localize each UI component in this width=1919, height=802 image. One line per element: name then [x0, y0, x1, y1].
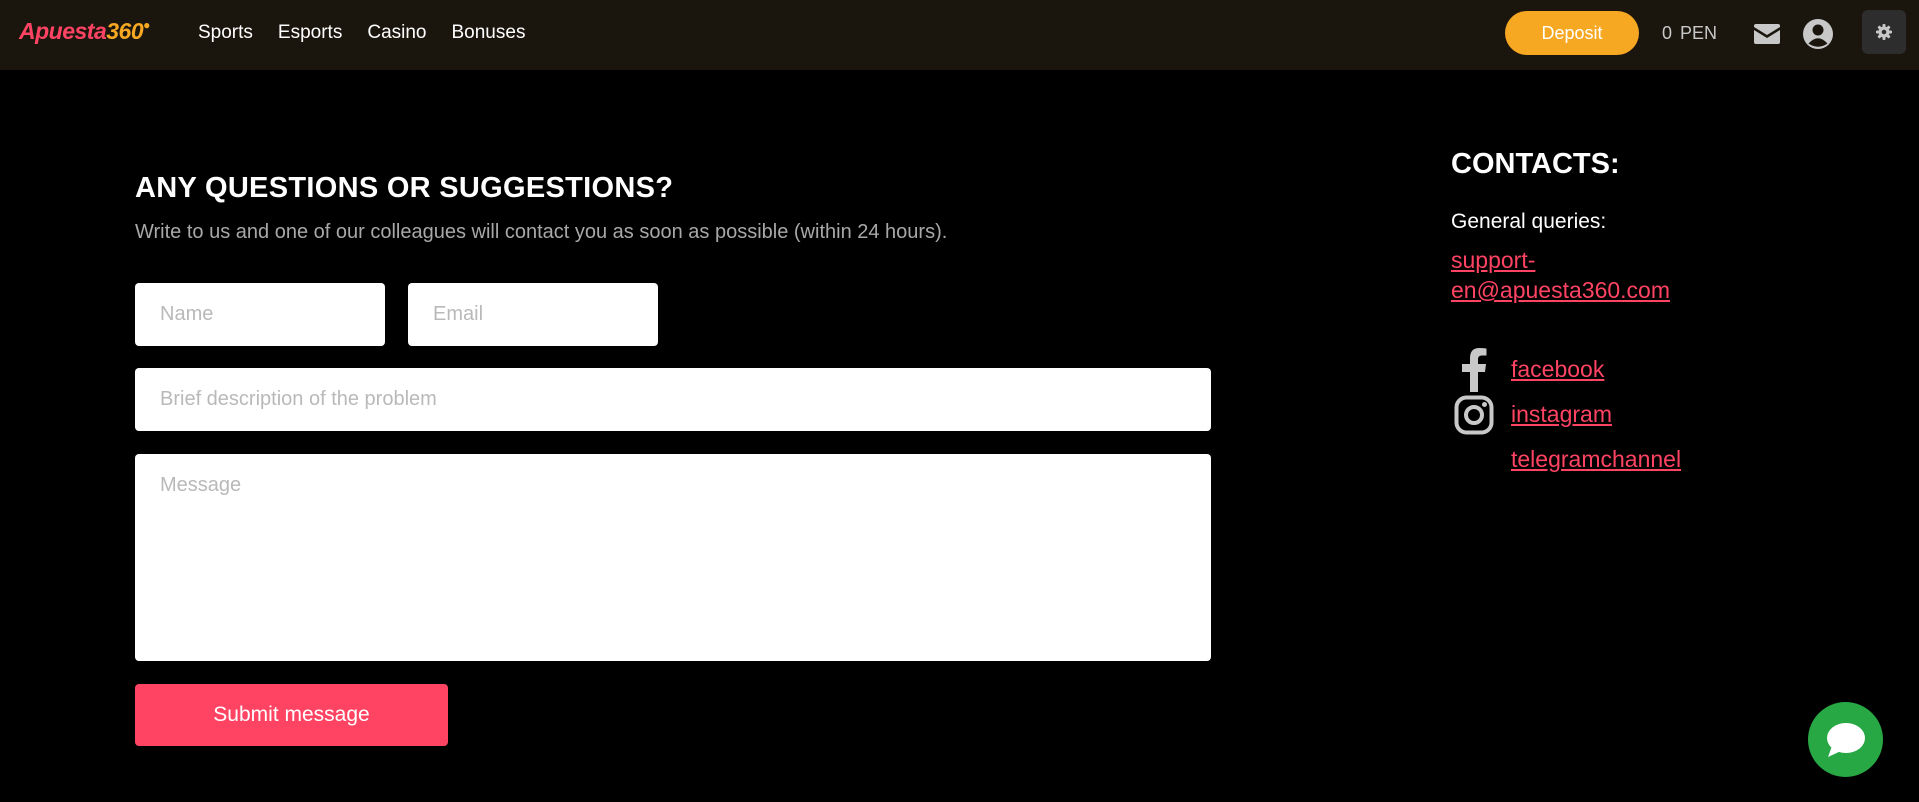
chat-icon [1826, 722, 1866, 758]
description-input[interactable] [135, 368, 1211, 431]
form-subtitle: Write to us and one of our colleagues wi… [135, 221, 948, 243]
deposit-button[interactable]: Deposit [1505, 11, 1639, 55]
balance-display[interactable]: 0 PEN [1662, 23, 1725, 44]
general-queries-label: General queries: [1451, 210, 1607, 233]
chat-button[interactable] [1808, 702, 1883, 777]
nav-sports[interactable]: Sports [198, 22, 253, 44]
facebook-link[interactable]: facebook [1511, 356, 1604, 383]
form-title: ANY QUESTIONS OR SUGGESTIONS? [135, 172, 674, 204]
telegram-icon-placeholder [1451, 437, 1496, 482]
nav-esports[interactable]: Esports [278, 22, 342, 44]
facebook-icon [1451, 347, 1496, 392]
instagram-link[interactable]: instagram [1511, 401, 1612, 428]
name-input[interactable] [135, 283, 385, 346]
gear-icon [1876, 24, 1892, 40]
telegram-link[interactable]: telegramchannel [1511, 446, 1681, 473]
mail-icon[interactable] [1751, 18, 1783, 50]
email-input[interactable] [408, 283, 658, 346]
instagram-icon [1451, 392, 1496, 437]
instagram-contact: instagram [1451, 392, 1612, 437]
user-icon[interactable] [1802, 18, 1834, 50]
logo-text-part2: 360 [106, 18, 144, 44]
contacts-title: CONTACTS: [1451, 148, 1620, 180]
support-email-link[interactable]: support-en@apuesta360.com [1451, 245, 1711, 305]
submit-message-button[interactable]: Submit message [135, 684, 448, 746]
logo-text-part1: Apuesta [19, 18, 107, 44]
balance-currency: PEN [1680, 23, 1718, 43]
facebook-contact: facebook [1451, 347, 1604, 392]
main-nav: Sports Esports Casino Bonuses [198, 22, 525, 44]
telegram-contact: telegramchannel [1451, 437, 1681, 482]
nav-bonuses[interactable]: Bonuses [452, 22, 526, 44]
logo[interactable]: Apuesta360● [19, 18, 150, 45]
nav-casino[interactable]: Casino [367, 22, 426, 44]
message-textarea[interactable] [135, 454, 1211, 661]
settings-button[interactable] [1862, 10, 1906, 54]
logo-dot: ● [143, 18, 150, 32]
balance-amount: 0 [1662, 23, 1673, 43]
top-header: Apuesta360● Sports Esports Casino Bonuse… [0, 0, 1919, 70]
